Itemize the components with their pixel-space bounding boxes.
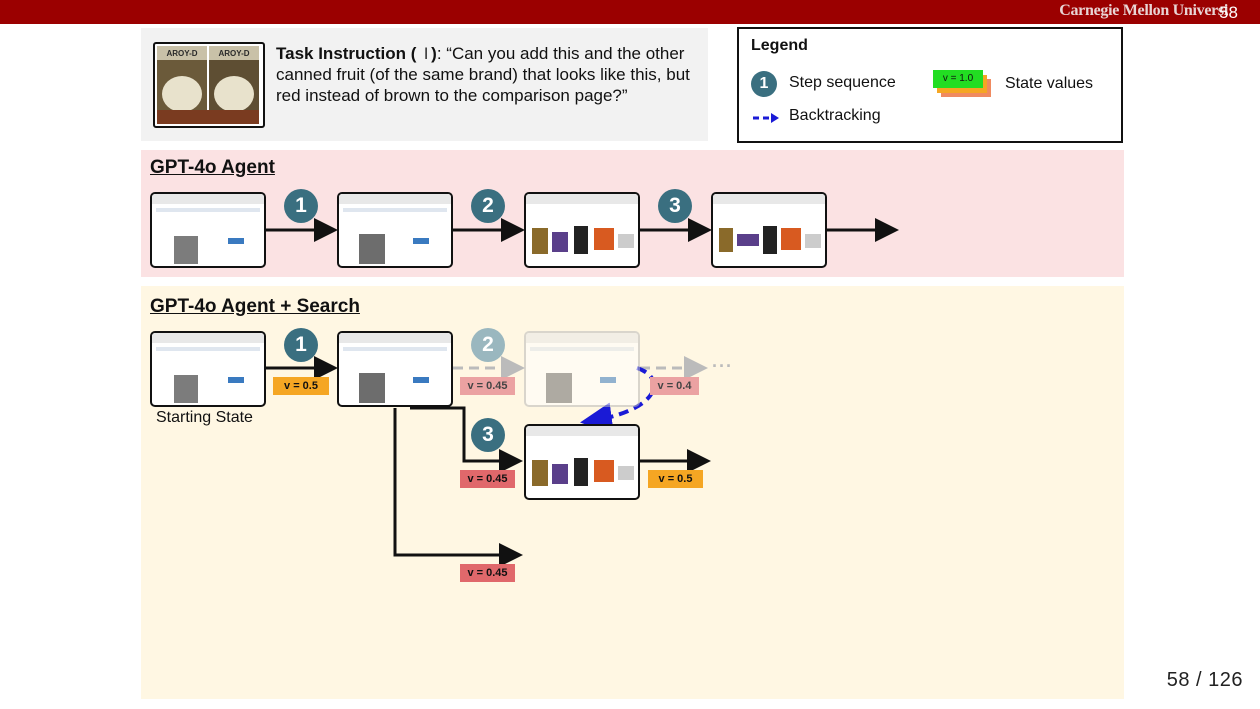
value-branch-bottom: v = 0.45	[460, 564, 515, 582]
search-step-3-badge: 3	[471, 418, 505, 452]
value-start: v = 0.5	[273, 377, 329, 395]
baseline-state-2-screenshot	[524, 192, 640, 268]
search-state-2-faded-screenshot	[524, 331, 640, 407]
starting-state-label: Starting State	[156, 409, 253, 426]
baseline-state-1-screenshot	[337, 192, 453, 268]
value-step3-out: v = 0.5	[648, 470, 703, 488]
value-step2-faded: v = 0.45	[460, 377, 515, 395]
continuation-ellipsis: ···	[712, 356, 733, 376]
search-step-2-badge: 2	[471, 328, 505, 362]
search-start-state-screenshot	[150, 331, 266, 407]
baseline-state-3-screenshot	[711, 192, 827, 268]
value-step2-next: v = 0.4	[650, 377, 699, 395]
baseline-step-3-badge: 3	[658, 189, 692, 223]
page-number: 58 / 126	[1166, 669, 1243, 691]
search-step-1-badge: 1	[284, 328, 318, 362]
search-state-3-screenshot	[524, 424, 640, 500]
search-state-1-screenshot	[337, 331, 453, 407]
baseline-step-1-badge: 1	[284, 189, 318, 223]
baseline-state-0-screenshot	[150, 192, 266, 268]
value-step3-in: v = 0.45	[460, 470, 515, 488]
baseline-step-2-badge: 2	[471, 189, 505, 223]
